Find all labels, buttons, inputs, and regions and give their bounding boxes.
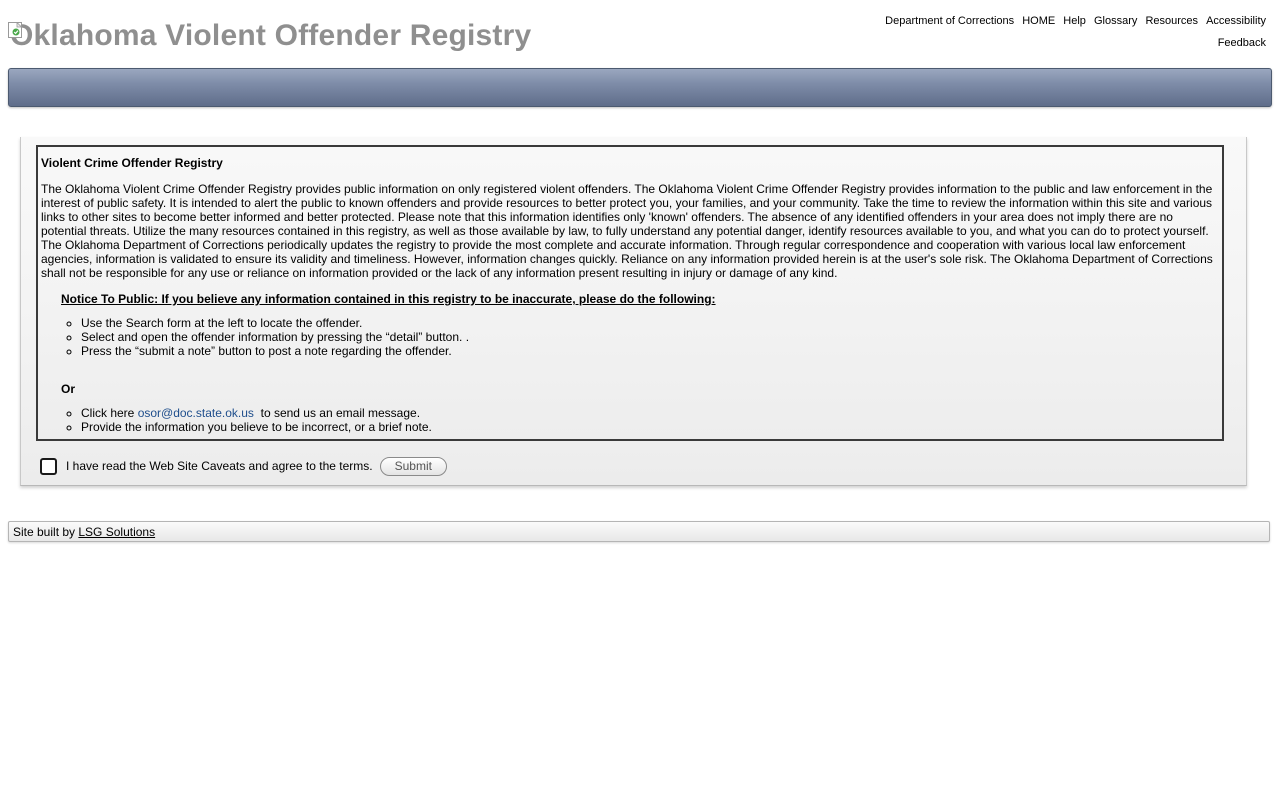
list-item: Press the “submit a note” button to post… <box>81 344 1219 358</box>
footer-text: Site built by <box>13 525 79 539</box>
list-item: Select and open the offender information… <box>81 330 1219 344</box>
footer: Site built by LSG Solutions <box>8 521 1270 542</box>
page-heading: Violent Crime Offender Registry <box>41 156 223 170</box>
footer-link-lsg[interactable]: LSG Solutions <box>78 525 155 539</box>
email-step-prefix: Click here <box>81 406 138 420</box>
site-title: Oklahoma Violent Offender Registry <box>8 16 531 56</box>
top-nav-row: Feedback <box>846 32 1266 54</box>
list-item: Click here osor@doc.state.ok.us to send … <box>81 406 1219 420</box>
notice-box: Violent Crime Offender Registry The Okla… <box>36 145 1224 441</box>
broken-image-icon <box>8 22 23 38</box>
top-nav: Department of Corrections HOME Help Glos… <box>846 10 1266 54</box>
nav-link-accessibility[interactable]: Accessibility <box>1206 15 1266 27</box>
header: Oklahoma Violent Offender Registry Depar… <box>0 0 1280 68</box>
email-link[interactable]: osor@doc.state.ok.us <box>138 406 254 420</box>
nav-link-resources[interactable]: Resources <box>1145 15 1198 27</box>
email-steps-list: Click here osor@doc.state.ok.us to send … <box>41 406 1219 434</box>
banner-bar <box>8 68 1272 107</box>
top-nav-row: Department of Corrections HOME Help Glos… <box>846 10 1266 32</box>
nav-link-home[interactable]: HOME <box>1022 15 1055 27</box>
main-card: Violent Crime Offender Registry The Okla… <box>20 137 1247 486</box>
agree-label: I have read the Web Site Caveats and agr… <box>66 459 373 473</box>
steps-list: Use the Search form at the left to locat… <box>41 316 1219 358</box>
submit-button[interactable]: Submit <box>379 456 447 476</box>
site-title-text: Oklahoma Violent Offender Registry <box>10 19 532 52</box>
agree-row: I have read the Web Site Caveats and agr… <box>40 455 447 477</box>
or-label: Or <box>61 382 76 396</box>
nav-link-glossary[interactable]: Glossary <box>1094 15 1137 27</box>
email-step-suffix: to send us an email message. <box>253 406 421 420</box>
list-item: Provide the information you believe to b… <box>81 420 1219 434</box>
nav-link-feedback[interactable]: Feedback <box>1218 37 1266 49</box>
notice-to-public-heading: Notice To Public: If you believe any inf… <box>61 292 716 306</box>
page: Oklahoma Violent Offender Registry Depar… <box>0 0 1280 800</box>
agree-checkbox[interactable] <box>40 457 57 475</box>
nav-link-help[interactable]: Help <box>1063 15 1086 27</box>
list-item: Use the Search form at the left to locat… <box>81 316 1219 330</box>
intro-paragraph: The Oklahoma Violent Crime Offender Regi… <box>41 182 1213 280</box>
nav-link-department[interactable]: Department of Corrections <box>885 15 1014 27</box>
notice-content: Violent Crime Offender Registry The Okla… <box>38 147 1222 434</box>
